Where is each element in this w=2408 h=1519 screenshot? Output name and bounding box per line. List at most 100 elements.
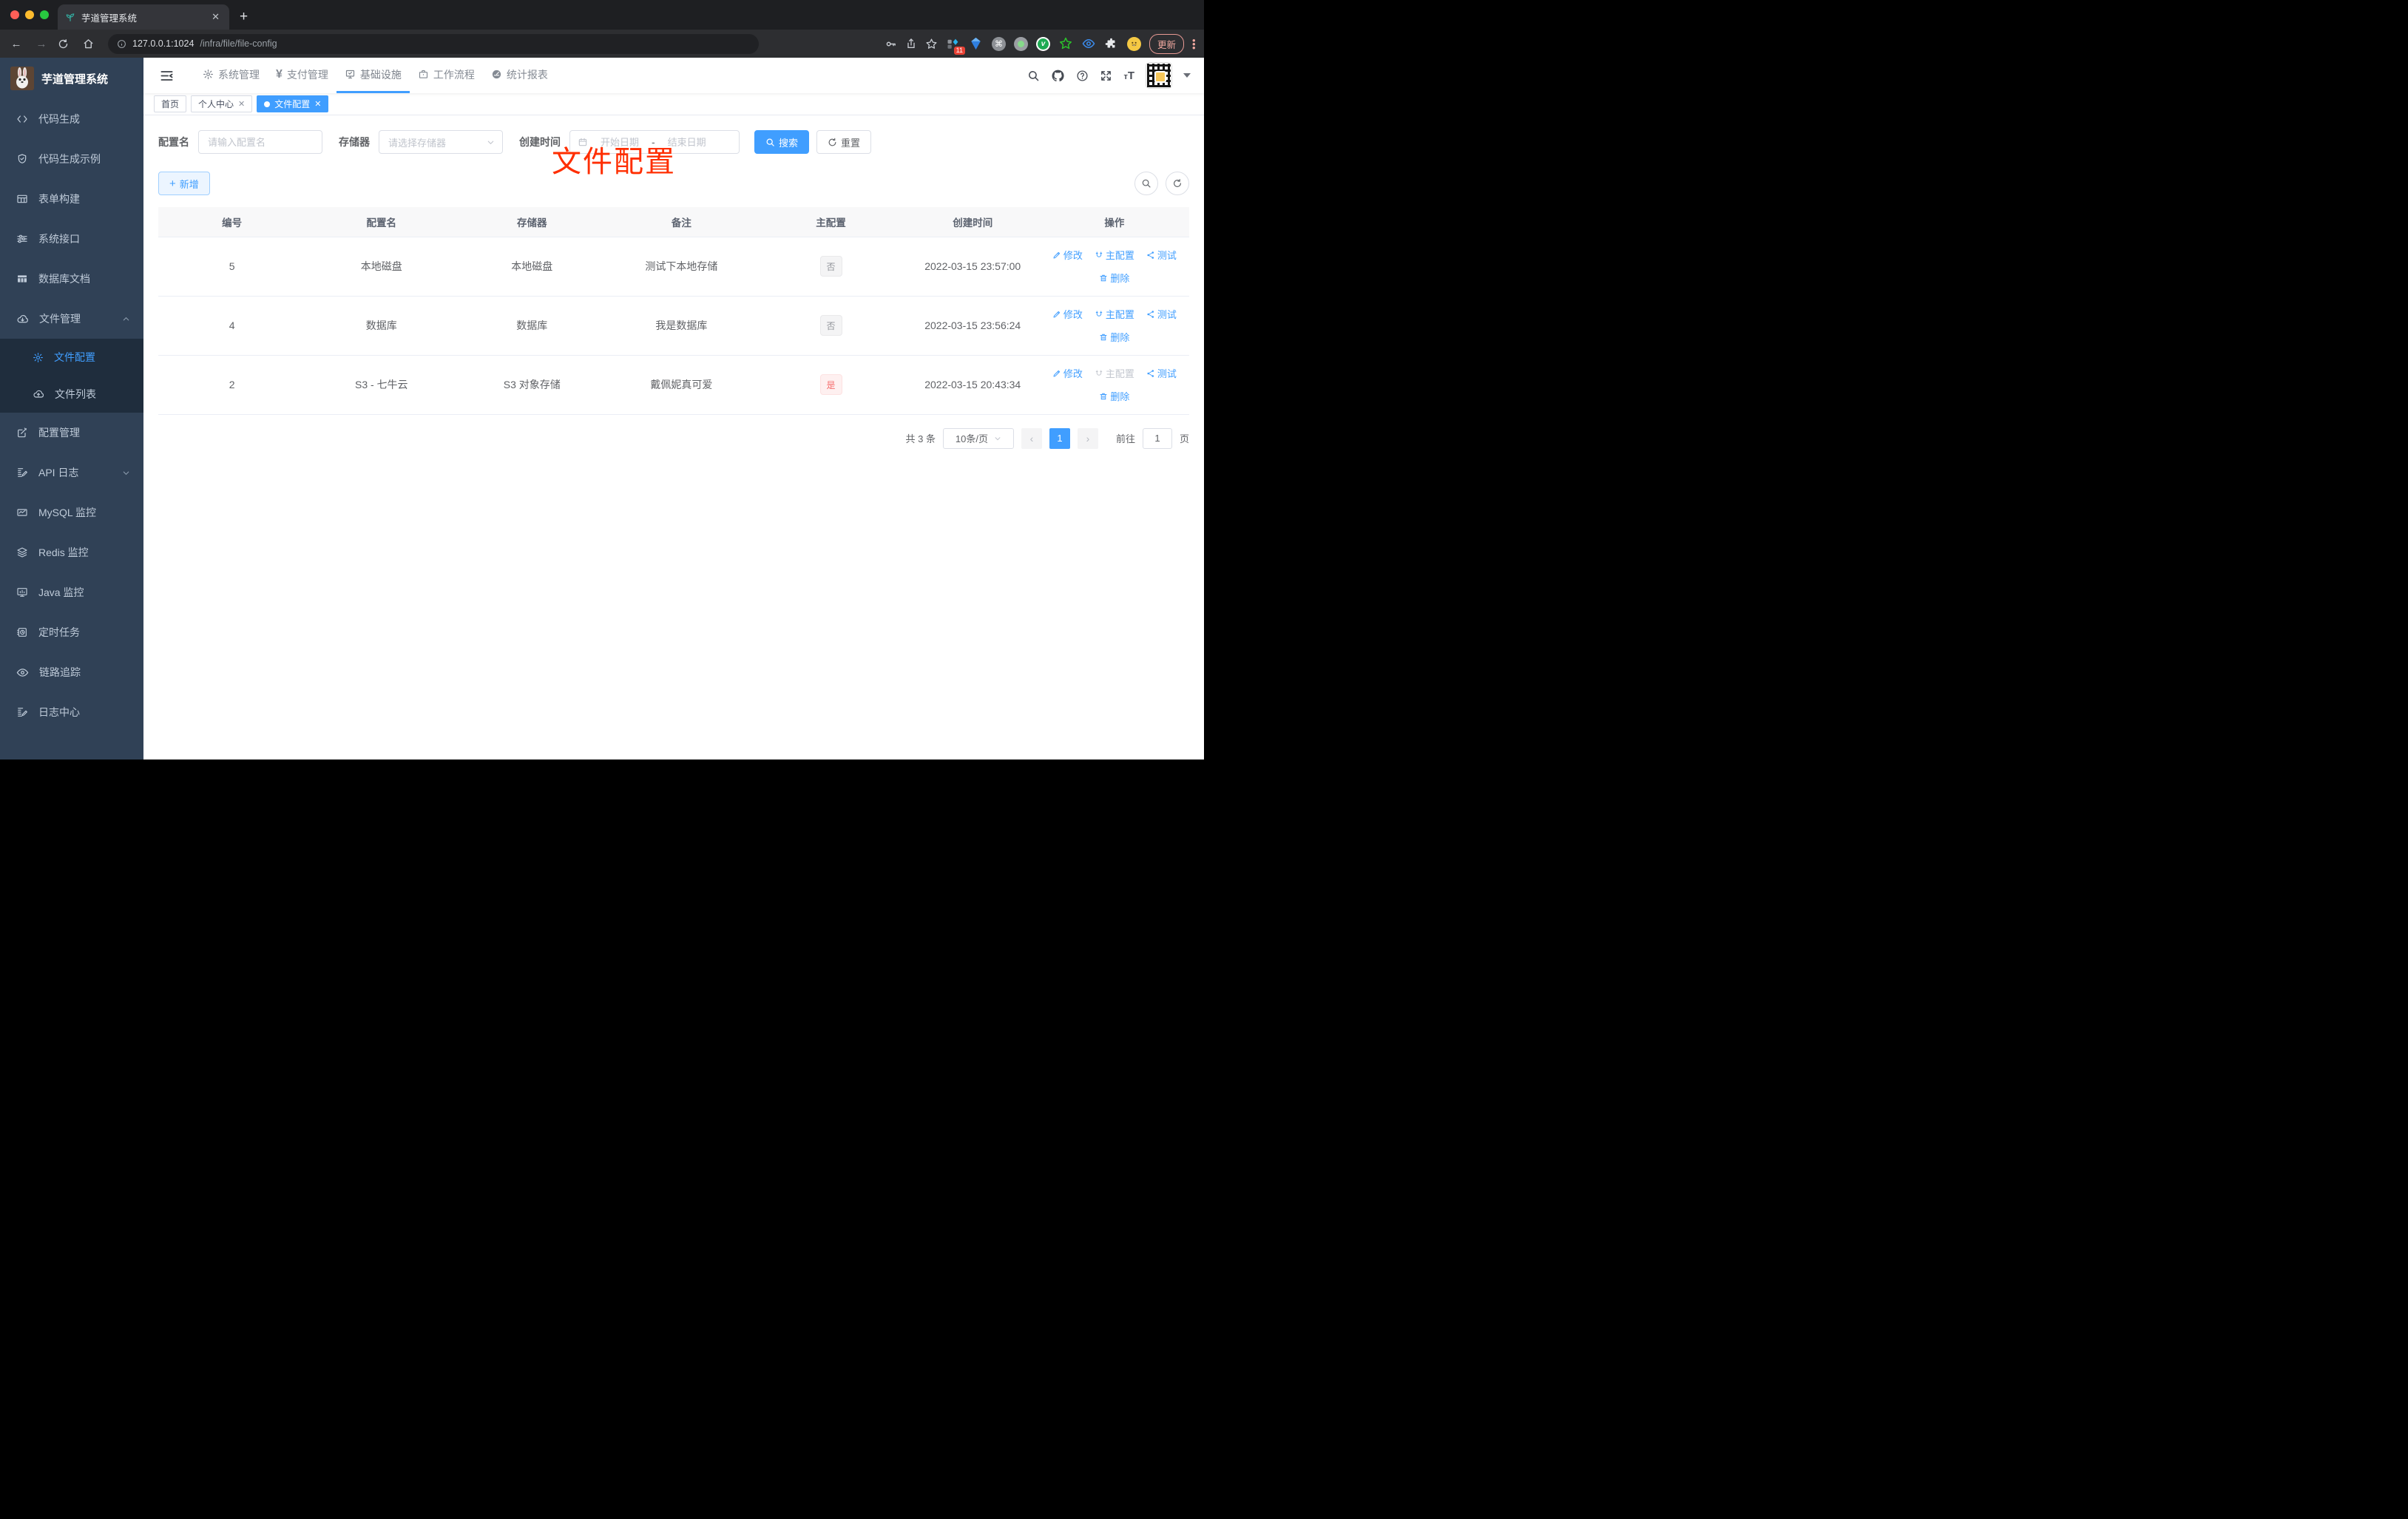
sidebar-item-label: 表单构建 xyxy=(38,193,80,205)
password-key-icon[interactable] xyxy=(885,38,897,50)
sidebar-item-scheduled-tasks[interactable]: 定时任务 xyxy=(0,612,143,652)
browser-update-button[interactable]: 更新 xyxy=(1149,33,1184,54)
close-icon[interactable]: ✕ xyxy=(238,99,245,109)
sidebar-item-mysql-monitor[interactable]: MySQL 监控 xyxy=(0,493,143,532)
date-range-picker[interactable]: - xyxy=(569,130,740,154)
delete-link[interactable]: 删除 xyxy=(1099,330,1129,344)
extension-gem-icon[interactable] xyxy=(969,36,984,51)
nav-item-reports[interactable]: 统计报表 xyxy=(483,58,556,93)
nav-item-workflow[interactable]: 工作流程 xyxy=(410,58,483,93)
sidebar-item-label: 日志中心 xyxy=(38,706,80,718)
bookmark-star-icon[interactable] xyxy=(925,38,938,50)
forward-button[interactable]: → xyxy=(33,38,50,50)
sidebar-item-code-gen-demo[interactable]: 代码生成示例 xyxy=(0,139,143,179)
sidebar-item-system-api[interactable]: 系统接口 xyxy=(0,219,143,259)
tag-file-config[interactable]: 文件配置 ✕ xyxy=(257,95,329,112)
extension-tabs-icon[interactable]: 11 xyxy=(946,36,965,55)
goto-page-input[interactable] xyxy=(1142,427,1172,449)
extension-star-icon[interactable] xyxy=(1058,36,1073,51)
test-link[interactable]: 测试 xyxy=(1146,307,1177,321)
storage-select[interactable]: 请选择存储器 xyxy=(379,130,503,154)
next-page-button[interactable]: › xyxy=(1077,427,1098,449)
edit-link[interactable]: 修改 xyxy=(1052,307,1083,321)
home-button[interactable] xyxy=(83,38,101,50)
page-size-select[interactable]: 10条/页 xyxy=(942,427,1014,449)
extension-emoji-icon[interactable] xyxy=(1126,36,1141,51)
reload-button[interactable] xyxy=(58,38,75,50)
macos-traffic-lights[interactable] xyxy=(10,10,49,19)
tab-title: 芋道管理系统 xyxy=(81,13,138,24)
sidebar-item-file-management[interactable]: 文件管理 xyxy=(0,299,143,339)
sidebar-item-tracing[interactable]: 链路追踪 xyxy=(0,652,143,692)
master-config-link[interactable]: 主配置 xyxy=(1095,307,1134,321)
browser-menu-icon[interactable]: • • • xyxy=(1192,35,1197,53)
fullscreen-icon[interactable] xyxy=(1100,70,1112,82)
search-icon xyxy=(766,138,774,146)
toolbar-icons: 11 ⌘ v 更新 • • • xyxy=(885,33,1197,55)
sidebar-item-label: 链路追踪 xyxy=(39,666,81,678)
search-button[interactable]: 搜索 xyxy=(754,130,810,154)
sidebar-item-api-log[interactable]: API 日志 xyxy=(0,453,143,493)
nav-item-payment[interactable]: ¥ 支付管理 xyxy=(268,58,336,93)
extensions-puzzle-icon[interactable] xyxy=(1104,36,1119,51)
edit-link[interactable]: 修改 xyxy=(1052,248,1083,262)
cell-create-time: 2022-03-15 23:56:24 xyxy=(905,296,1040,356)
sidebar-item-log-center[interactable]: 日志中心 xyxy=(0,692,143,732)
sidebar-logo[interactable]: 芋道管理系统 xyxy=(0,58,143,99)
delete-link[interactable]: 删除 xyxy=(1099,389,1129,403)
extension-eye-icon[interactable] xyxy=(1081,36,1096,51)
config-name-label: 配置名 xyxy=(158,136,189,148)
zoom-window-button[interactable] xyxy=(40,10,49,19)
sidebar-item-redis-monitor[interactable]: Redis 监控 xyxy=(0,532,143,572)
edit-link[interactable]: 修改 xyxy=(1052,366,1083,380)
tag-home[interactable]: 首页 xyxy=(154,95,187,112)
date-end-input[interactable] xyxy=(659,136,714,148)
extension-dot-icon[interactable] xyxy=(1013,36,1028,51)
tab-close-icon[interactable]: ✕ xyxy=(209,11,222,23)
user-menu-caret-icon[interactable] xyxy=(1183,73,1191,78)
sidebar-item-code-gen[interactable]: 代码生成 xyxy=(0,99,143,139)
user-avatar-qr[interactable] xyxy=(1146,62,1172,89)
sidebar-collapse-icon[interactable] xyxy=(152,69,181,83)
close-window-button[interactable] xyxy=(10,10,19,19)
add-button[interactable]: + 新增 xyxy=(158,172,210,195)
extension-v-icon[interactable]: v xyxy=(1035,36,1050,51)
delete-link[interactable]: 删除 xyxy=(1099,271,1129,285)
close-icon[interactable]: ✕ xyxy=(314,99,321,109)
total-count: 共 3 条 xyxy=(905,433,936,444)
sidebar-item-file-config[interactable]: 文件配置 xyxy=(0,339,143,376)
help-icon[interactable] xyxy=(1076,70,1089,82)
config-name-input[interactable] xyxy=(199,131,322,153)
date-start-input[interactable] xyxy=(592,136,647,148)
cell-create-time: 2022-03-15 23:57:00 xyxy=(905,237,1040,297)
new-tab-button[interactable]: + xyxy=(240,9,248,25)
trash-icon xyxy=(1100,274,1107,281)
url-bar[interactable]: 127.0.0.1:1024/infra/file/file-config xyxy=(108,33,759,54)
extension-command-icon[interactable]: ⌘ xyxy=(991,36,1006,51)
site-info-icon[interactable] xyxy=(117,39,126,49)
minimize-window-button[interactable] xyxy=(25,10,34,19)
test-link[interactable]: 测试 xyxy=(1146,366,1177,380)
github-icon[interactable] xyxy=(1051,69,1065,83)
browser-tab[interactable]: 芋道管理系统 ✕ xyxy=(58,4,229,30)
share-icon[interactable] xyxy=(905,38,917,50)
reset-button[interactable]: 重置 xyxy=(816,130,872,154)
sidebar-item-form-builder[interactable]: 表单构建 xyxy=(0,179,143,219)
sidebar-item-file-list[interactable]: 文件列表 xyxy=(0,376,143,413)
font-size-icon[interactable]: тT xyxy=(1123,70,1134,82)
master-config-link[interactable]: 主配置 xyxy=(1095,248,1134,262)
sidebar-item-java-monitor[interactable]: Java 监控 xyxy=(0,572,143,612)
back-button[interactable]: ← xyxy=(7,38,25,50)
nav-item-infrastructure[interactable]: 基础设施 xyxy=(336,58,410,93)
nav-item-system[interactable]: 系统管理 xyxy=(195,58,268,93)
test-link[interactable]: 测试 xyxy=(1146,248,1177,262)
sidebar-item-db-doc[interactable]: 数据库文档 xyxy=(0,259,143,299)
search-icon[interactable] xyxy=(1027,70,1040,82)
sidebar-item-config-management[interactable]: 配置管理 xyxy=(0,413,143,453)
page-number-button[interactable]: 1 xyxy=(1049,427,1070,449)
table-refresh-button[interactable] xyxy=(1166,172,1189,195)
col-header-storage: 存储器 xyxy=(457,207,607,237)
table-search-button[interactable] xyxy=(1134,172,1158,195)
tag-profile[interactable]: 个人中心 ✕ xyxy=(191,95,253,112)
prev-page-button[interactable]: ‹ xyxy=(1021,427,1042,449)
